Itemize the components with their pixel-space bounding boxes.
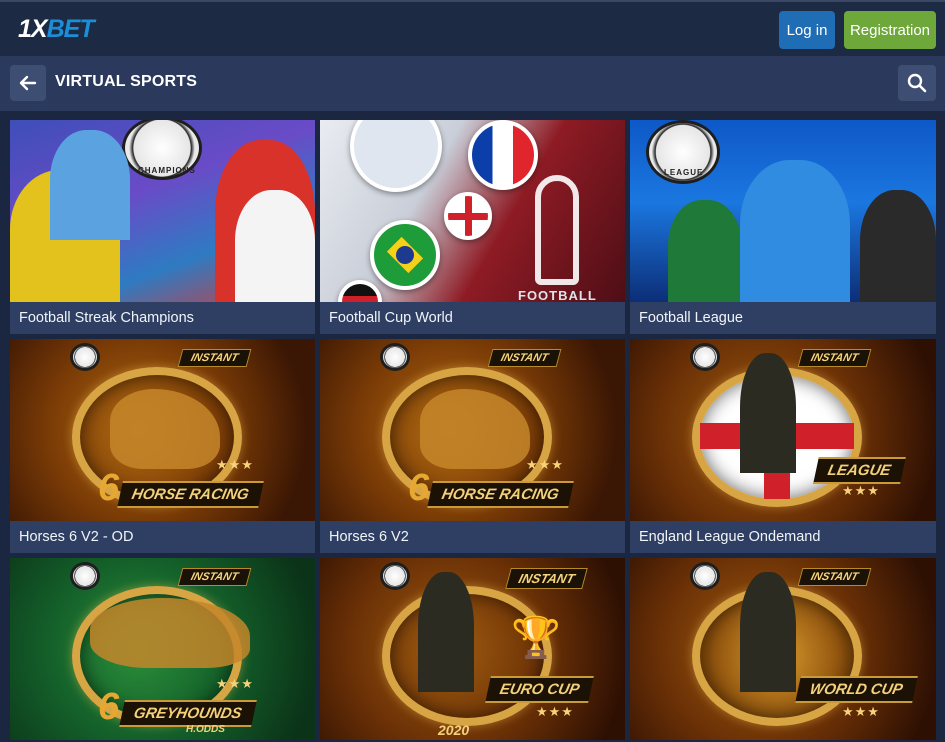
player-figure [740, 160, 850, 302]
art-number: 6 [98, 467, 120, 509]
game-card[interactable]: INSTANT ★★★ 6 HORSE RACING Horses 6 V2 [320, 339, 625, 553]
rating-stars: ★★★ [536, 704, 574, 719]
trophy-icon: 🏆 [511, 616, 561, 660]
brand-logo[interactable]: 1XBET [18, 15, 95, 44]
instant-tag: INSTANT [505, 568, 589, 589]
ball-badge-icon [690, 343, 720, 371]
search-icon [907, 73, 927, 93]
registration-button[interactable]: Registration [844, 11, 936, 49]
player-figure [235, 190, 315, 302]
instant-tag: INSTANT [177, 568, 252, 586]
ball-badge-icon [690, 562, 720, 590]
player-figure [740, 572, 796, 692]
game-grid: CHAMPIONS Football Streak Champions FOOT… [10, 120, 936, 740]
game-thumbnail[interactable]: INSTANT ★★★ 6 HORSE RACING [320, 339, 625, 521]
game-thumbnail[interactable]: INSTANT ★★★ LEAGUE [630, 339, 936, 521]
game-card[interactable]: INSTANT ★★★ WORLD CUP [630, 558, 936, 740]
art-title: HORSE RACING [117, 481, 264, 508]
game-title[interactable]: Football Cup World [320, 302, 625, 334]
search-button[interactable] [898, 65, 936, 101]
art-text: FOOTBALL [518, 288, 597, 302]
player-figure [50, 130, 130, 240]
game-card[interactable]: FOOTBALL Football Cup World [320, 120, 625, 334]
game-thumbnail[interactable]: INSTANT 🏆 ★★★ EURO CUP 2020 [320, 558, 625, 740]
instant-tag: INSTANT [797, 568, 872, 586]
player-figure [668, 200, 742, 302]
greyhound-figure [90, 598, 250, 668]
login-button[interactable]: Log in [779, 11, 835, 49]
top-bar: 1XBET Log in Registration [0, 0, 945, 56]
game-thumbnail[interactable]: INSTANT ★★★ 6 HORSE RACING [10, 339, 315, 521]
art-title: HORSE RACING [427, 481, 574, 508]
game-thumbnail[interactable]: CHAMPIONS [10, 120, 315, 302]
ball-badge-icon [380, 562, 410, 590]
trophy-icon [535, 175, 579, 285]
rating-stars: ★★★ [216, 457, 254, 472]
ball-badge-icon [380, 343, 410, 371]
page-title: VIRTUAL SPORTS [55, 73, 198, 90]
player-figure [740, 353, 796, 473]
game-card[interactable]: INSTANT ★★★ 6 GREYHOUNDS H.ODDS [10, 558, 315, 740]
ball-badge-icon [70, 343, 100, 371]
brazil-flag-icon [370, 220, 440, 290]
germany-flag-icon [338, 280, 382, 302]
player-circle [350, 120, 442, 192]
rating-stars: ★★★ [216, 676, 254, 691]
instant-tag: INSTANT [177, 349, 252, 367]
england-flag-icon [444, 192, 492, 240]
game-title[interactable]: Football Streak Champions [10, 302, 315, 334]
back-button[interactable] [10, 65, 46, 101]
game-thumbnail[interactable]: LEAGUE [630, 120, 936, 302]
game-title[interactable]: Horses 6 V2 [320, 521, 625, 553]
player-figure [860, 190, 936, 302]
france-flag-icon [468, 120, 538, 190]
instant-tag: INSTANT [487, 349, 562, 367]
art-subtitle: 2020 [438, 722, 470, 738]
art-title: GREYHOUNDS [119, 700, 257, 727]
rating-stars: ★★★ [526, 457, 564, 472]
art-subtitle: H.ODDS [186, 724, 225, 735]
game-card[interactable]: LEAGUE Football League [630, 120, 936, 334]
art-number: 6 [408, 467, 430, 509]
arrow-left-icon [19, 75, 37, 91]
game-card[interactable]: INSTANT 🏆 ★★★ EURO CUP 2020 [320, 558, 625, 740]
game-title[interactable]: England League Ondemand [630, 521, 936, 553]
ball-badge-icon [70, 562, 100, 590]
art-title: LEAGUE [813, 457, 906, 484]
game-title[interactable]: Horses 6 V2 - OD [10, 521, 315, 553]
game-card[interactable]: CHAMPIONS Football Streak Champions [10, 120, 315, 334]
art-number: 6 [98, 686, 120, 728]
badge-text: LEAGUE [664, 168, 704, 177]
rating-stars: ★★★ [842, 704, 880, 719]
rating-stars: ★★★ [842, 483, 880, 498]
game-title[interactable]: Football League [630, 302, 936, 334]
game-card[interactable]: INSTANT ★★★ LEAGUE England League Ondema… [630, 339, 936, 553]
badge-text: CHAMPIONS [138, 166, 196, 175]
game-thumbnail[interactable]: INSTANT ★★★ 6 GREYHOUNDS H.ODDS [10, 558, 315, 740]
section-header: VIRTUAL SPORTS [0, 56, 945, 111]
player-figure [418, 572, 474, 692]
art-title: EURO CUP [485, 676, 595, 703]
game-card[interactable]: INSTANT ★★★ 6 HORSE RACING Horses 6 V2 -… [10, 339, 315, 553]
art-title: WORLD CUP [795, 676, 918, 703]
game-thumbnail[interactable]: FOOTBALL [320, 120, 625, 302]
game-thumbnail[interactable]: INSTANT ★★★ WORLD CUP [630, 558, 936, 740]
instant-tag: INSTANT [797, 349, 872, 367]
